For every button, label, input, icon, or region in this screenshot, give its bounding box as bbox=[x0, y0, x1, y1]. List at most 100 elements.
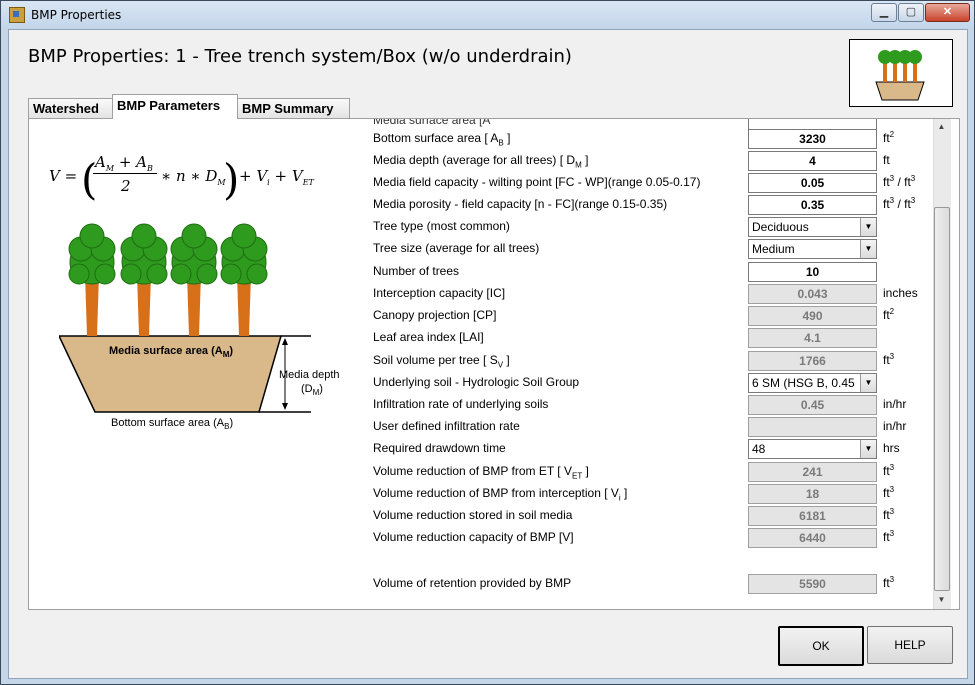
trunks bbox=[85, 274, 251, 336]
vol-reduction-soil-unit: ft3 bbox=[883, 507, 895, 523]
row-porosity: Media porosity - field capacity [n - FC]… bbox=[373, 195, 923, 215]
tree-size-value: Medium bbox=[752, 242, 795, 256]
media-surface-area-label: Media surface area [A bbox=[373, 118, 491, 127]
soil-volume-value: 1766 bbox=[748, 351, 877, 371]
row-soil-volume: Soil volume per tree [ SV ] 1766 ft3 bbox=[373, 351, 923, 371]
vol-reduction-capacity-unit: ft3 bbox=[883, 529, 895, 545]
leaf-area-index-label: Leaf area index [LAI] bbox=[373, 330, 484, 344]
row-drawdown-time: Required drawdown time 48 ▼ hrs bbox=[373, 439, 923, 459]
bmp-thumbnail bbox=[849, 39, 953, 107]
field-capacity-input[interactable]: 0.05 bbox=[748, 173, 877, 193]
tree-size-select[interactable]: Medium ▼ bbox=[748, 239, 877, 259]
canopy-projection-unit: ft2 bbox=[883, 307, 895, 323]
bottom-surface-area-input[interactable]: 3230 bbox=[748, 129, 877, 149]
porosity-unit: ft3 / ft3 bbox=[883, 196, 916, 212]
page-title: BMP Properties: 1 - Tree trench system/B… bbox=[28, 46, 572, 67]
drawdown-time-unit: hrs bbox=[883, 441, 900, 455]
vol-reduction-soil-label: Volume reduction stored in soil media bbox=[373, 508, 573, 522]
row-vol-reduction-interception: Volume reduction of BMP from interceptio… bbox=[373, 484, 923, 504]
field-capacity-label: Media field capacity - wilting point [FC… bbox=[373, 175, 701, 189]
num-trees-input[interactable]: 10 bbox=[748, 262, 877, 282]
canopies bbox=[68, 223, 268, 285]
leaf-area-index-value: 4.1 bbox=[748, 328, 877, 348]
drawdown-time-select[interactable]: 48 ▼ bbox=[748, 439, 877, 459]
user-infiltration-input[interactable] bbox=[748, 417, 877, 437]
help-button[interactable]: HELP bbox=[867, 626, 953, 664]
dialog-client: BMP Properties: 1 - Tree trench system/B… bbox=[8, 29, 968, 679]
underlying-soil-select[interactable]: 6 SM (HSG B, 0.45 ▼ bbox=[748, 373, 877, 393]
underlying-soil-value: 6 SM (HSG B, 0.45 bbox=[752, 376, 855, 390]
tree-trench-thumbnail-icon bbox=[875, 50, 925, 101]
formula-numerator: AM + AB bbox=[95, 153, 153, 173]
app-icon bbox=[9, 7, 25, 23]
num-trees-label: Number of trees bbox=[373, 264, 460, 278]
scroll-down-icon[interactable]: ▼ bbox=[934, 592, 949, 608]
row-interception-capacity: Interception capacity [IC] 0.043 inches bbox=[373, 284, 923, 304]
row-vol-retention: Volume of retention provided by BMP 5590… bbox=[373, 574, 923, 594]
row-vol-reduction-soil: Volume reduction stored in soil media 61… bbox=[373, 506, 923, 526]
volume-formula: V = ( AM + AB 2 ∗ n ∗ DM ) + Vi + VET bbox=[49, 153, 314, 204]
bmp-properties-window: BMP Properties ▁ ▢ ✕ BMP Properties: 1 -… bbox=[0, 0, 975, 685]
formula-lhs: V = bbox=[49, 167, 78, 185]
vol-reduction-capacity-value: 6440 bbox=[748, 528, 877, 548]
chevron-down-icon[interactable]: ▼ bbox=[860, 218, 876, 236]
user-infiltration-unit: in/hr bbox=[883, 419, 907, 433]
bottom-surface-area-label: Bottom surface area [ AB ] bbox=[373, 131, 511, 148]
row-field-capacity: Media field capacity - wilting point [FC… bbox=[373, 173, 923, 193]
tab-watershed[interactable]: Watershed bbox=[28, 98, 115, 118]
close-button[interactable]: ✕ bbox=[925, 3, 970, 22]
media-depth-input[interactable]: 4 bbox=[748, 151, 877, 171]
tree-type-value: Deciduous bbox=[752, 220, 809, 234]
drawdown-time-value: 48 bbox=[752, 442, 766, 456]
interception-capacity-unit: inches bbox=[883, 286, 918, 300]
row-bottom-surface-area: Bottom surface area [ AB ] 3230 ft2 bbox=[373, 129, 923, 149]
underlying-soil-label: Underlying soil - Hydrologic Soil Group bbox=[373, 375, 580, 389]
title-bar[interactable]: BMP Properties ▁ ▢ ✕ bbox=[1, 1, 974, 29]
row-infiltration-rate: Infiltration rate of underlying soils 0.… bbox=[373, 395, 923, 415]
vol-retention-unit: ft3 bbox=[883, 575, 895, 591]
tree-type-select[interactable]: Deciduous ▼ bbox=[748, 217, 877, 237]
user-infiltration-label: User defined infiltration rate bbox=[373, 419, 520, 433]
row-tree-type: Tree type (most common) Deciduous ▼ bbox=[373, 217, 923, 237]
vol-reduction-capacity-label: Volume reduction capacity of BMP [V] bbox=[373, 530, 574, 544]
maximize-button[interactable]: ▢ bbox=[898, 3, 924, 22]
vol-reduction-soil-value: 6181 bbox=[748, 506, 877, 526]
media-depth-field-label: Media depth (average for all trees) [ DM… bbox=[373, 153, 589, 170]
row-tree-size: Tree size (average for all trees) Medium… bbox=[373, 239, 923, 259]
infiltration-rate-unit: in/hr bbox=[883, 397, 907, 411]
tab-bmp-parameters[interactable]: BMP Parameters bbox=[112, 94, 238, 119]
chevron-down-icon[interactable]: ▼ bbox=[860, 374, 876, 392]
bottom-surface-label: Bottom surface area (AB) bbox=[111, 417, 234, 432]
row-vol-reduction-capacity: Volume reduction capacity of BMP [V] 644… bbox=[373, 528, 923, 548]
row-user-infiltration: User defined infiltration rate in/hr bbox=[373, 417, 923, 437]
vol-retention-label: Volume of retention provided by BMP bbox=[373, 576, 572, 590]
tree-size-label: Tree size (average for all trees) bbox=[373, 241, 540, 255]
row-canopy-projection: Canopy projection [CP] 490 ft2 bbox=[373, 306, 923, 326]
porosity-label: Media porosity - field capacity [n - FC]… bbox=[373, 197, 668, 211]
formula-tail: + Vi + VET bbox=[239, 167, 314, 187]
scroll-up-icon[interactable]: ▲ bbox=[934, 119, 949, 135]
row-leaf-area-index: Leaf area index [LAI] 4.1 bbox=[373, 328, 923, 348]
porosity-input[interactable]: 0.35 bbox=[748, 195, 877, 215]
media-depth-label: Media depth bbox=[279, 369, 340, 381]
infiltration-rate-label: Infiltration rate of underlying soils bbox=[373, 397, 549, 411]
formula-middle: ∗ n ∗ DM bbox=[161, 167, 226, 187]
chevron-down-icon[interactable]: ▼ bbox=[860, 440, 876, 458]
ok-button[interactable]: OK bbox=[778, 626, 864, 666]
tab-bmp-summary[interactable]: BMP Summary bbox=[237, 98, 350, 118]
interception-capacity-label: Interception capacity [IC] bbox=[373, 286, 506, 300]
vol-reduction-interception-label: Volume reduction of BMP from interceptio… bbox=[373, 486, 628, 503]
bmp-parameters-panel: V = ( AM + AB 2 ∗ n ∗ DM ) + Vi + VET Me… bbox=[28, 118, 960, 610]
scrollbar-thumb[interactable] bbox=[934, 207, 950, 591]
tree-type-label: Tree type (most common) bbox=[373, 219, 510, 233]
row-vol-reduction-et: Volume reduction of BMP from ET [ VET ] … bbox=[373, 462, 923, 482]
canopy-projection-label: Canopy projection [CP] bbox=[373, 308, 497, 322]
row-num-trees: Number of trees 10 bbox=[373, 262, 923, 282]
field-capacity-unit: ft3 / ft3 bbox=[883, 174, 916, 190]
chevron-down-icon[interactable]: ▼ bbox=[860, 240, 876, 258]
vol-reduction-et-unit: ft3 bbox=[883, 463, 895, 479]
media-depth-unit: ft bbox=[883, 153, 890, 167]
canopy-projection-value: 490 bbox=[748, 306, 877, 326]
minimize-button[interactable]: ▁ bbox=[871, 3, 897, 22]
drawdown-time-label: Required drawdown time bbox=[373, 441, 506, 455]
